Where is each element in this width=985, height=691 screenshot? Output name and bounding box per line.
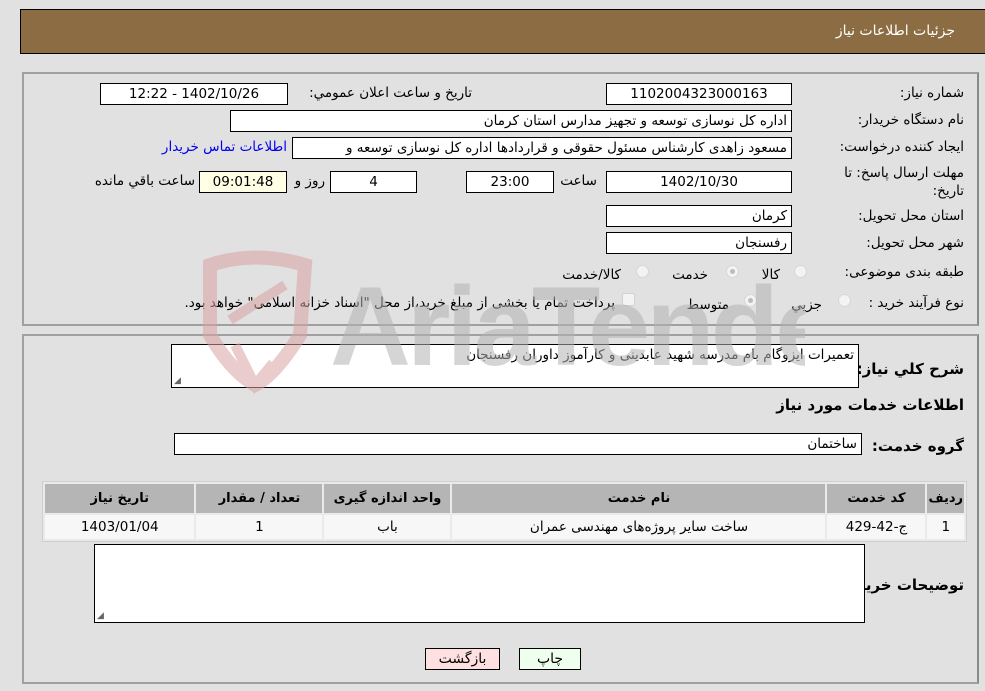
page-title: جزئیات اطلاعات نیاز	[835, 23, 955, 39]
description-text: تعمیرات ایزوگام بام مدرسه شهید عابدینی و…	[466, 347, 854, 363]
service-group-label: گروه خدمت:	[871, 437, 964, 455]
category-radio-goods-service[interactable]	[636, 265, 649, 278]
buyer-notes-textarea[interactable]: ◢	[94, 544, 865, 623]
cell-service-name: ساخت سایر پروژه‌های مهندسی عمران	[452, 515, 826, 539]
description-label: شرح کلي نیاز:	[856, 360, 964, 378]
province-label: استان محل تحویل:	[858, 208, 964, 224]
category-option-goods: کالا	[761, 267, 780, 283]
days-label: روز و	[294, 173, 325, 189]
col-row: ردیف	[927, 484, 964, 513]
time-remaining-field: 09:01:48	[199, 171, 287, 193]
cell-row: 1	[927, 515, 964, 539]
city-field: رفسنجان	[606, 232, 792, 254]
cell-quantity: 1	[196, 515, 323, 539]
announce-datetime-field: 1402/10/26 - 12:22	[100, 83, 288, 105]
category-radio-service[interactable]	[726, 265, 739, 278]
city-label: شهر محل تحویل:	[866, 235, 964, 251]
table-row: 1 ج-42-429 ساخت سایر پروژه‌های مهندسی عم…	[45, 515, 964, 539]
print-button[interactable]: چاپ	[519, 648, 581, 670]
services-panel: شرح کلي نیاز: تعمیرات ایزوگام بام مدرسه …	[22, 334, 979, 684]
buyer-org-label: نام دستگاه خریدار:	[857, 112, 964, 128]
description-textarea[interactable]: تعمیرات ایزوگام بام مدرسه شهید عابدینی و…	[171, 344, 859, 388]
announce-datetime-label: تاریخ و ساعت اعلان عمومي:	[309, 85, 472, 101]
deadline-date-field: 1402/10/30	[606, 171, 792, 193]
cell-service-code: ج-42-429	[827, 515, 926, 539]
treasury-bonds-label: پرداخت تمام یا بخشی از مبلغ خرید،از محل …	[184, 295, 615, 311]
need-number-label: شماره نیاز:	[899, 85, 964, 101]
category-option-service: خدمت	[672, 267, 708, 283]
services-table-header: ردیف کد خدمت نام خدمت واحد اندازه گیری ت…	[45, 484, 964, 513]
cell-need-date: 1403/01/04	[45, 515, 195, 539]
services-section-title: اطلاعات خدمات مورد نیاز	[776, 396, 964, 414]
cell-unit: باب	[324, 515, 451, 539]
time-remaining-label: ساعت باقي مانده	[94, 173, 195, 189]
col-quantity: تعداد / مقدار	[196, 484, 323, 513]
col-need-date: تاریخ نیاز	[45, 484, 195, 513]
buyer-contact-link[interactable]: اطلاعات تماس خریدار	[162, 139, 287, 155]
deadline-time-field: 23:00	[466, 171, 554, 193]
services-table: ردیف کد خدمت نام خدمت واحد اندازه گیری ت…	[42, 481, 967, 542]
resize-grip-icon[interactable]: ◢	[97, 611, 104, 621]
need-number-field: 1102004323000163	[606, 83, 792, 105]
province-field: کرمان	[606, 205, 792, 227]
purchase-type-radio-medium[interactable]	[744, 294, 757, 307]
category-option-goods-service: کالا/خدمت	[562, 267, 621, 283]
category-label: طبقه بندی موضوعی:	[844, 264, 964, 280]
category-radio-goods[interactable]	[794, 265, 807, 278]
days-remaining-field: 4	[330, 171, 417, 193]
col-service-code: کد خدمت	[827, 484, 926, 513]
purchase-type-radio-minor[interactable]	[838, 294, 851, 307]
purchase-type-label: نوع فرآیند خرید :	[868, 295, 964, 311]
resize-grip-icon[interactable]: ◢	[174, 376, 181, 386]
need-details-panel: شماره نیاز: 1102004323000163 تاریخ و ساع…	[22, 72, 979, 326]
buyer-org-field: اداره کل نوسازی توسعه و تجهیز مدارس استا…	[230, 110, 792, 132]
treasury-bonds-checkbox[interactable]	[622, 293, 635, 306]
deadline-label: مهلت ارسال پاسخ: تا تاریخ:	[844, 165, 964, 199]
page-header: جزئیات اطلاعات نیاز	[20, 9, 985, 54]
col-service-name: نام خدمت	[452, 484, 826, 513]
purchase-type-option-medium: متوسط	[686, 297, 729, 313]
col-unit: واحد اندازه گیری	[324, 484, 451, 513]
service-group-field: ساختمان	[174, 433, 862, 455]
back-button[interactable]: بازگشت	[425, 648, 500, 670]
deadline-time-label: ساعت	[560, 173, 597, 189]
requester-field: مسعود زاهدی کارشناس مسئول حقوقی و قراردا…	[292, 137, 792, 159]
purchase-type-option-minor: جزيي	[791, 297, 822, 313]
requester-label: ایجاد کننده درخواست:	[839, 139, 964, 155]
